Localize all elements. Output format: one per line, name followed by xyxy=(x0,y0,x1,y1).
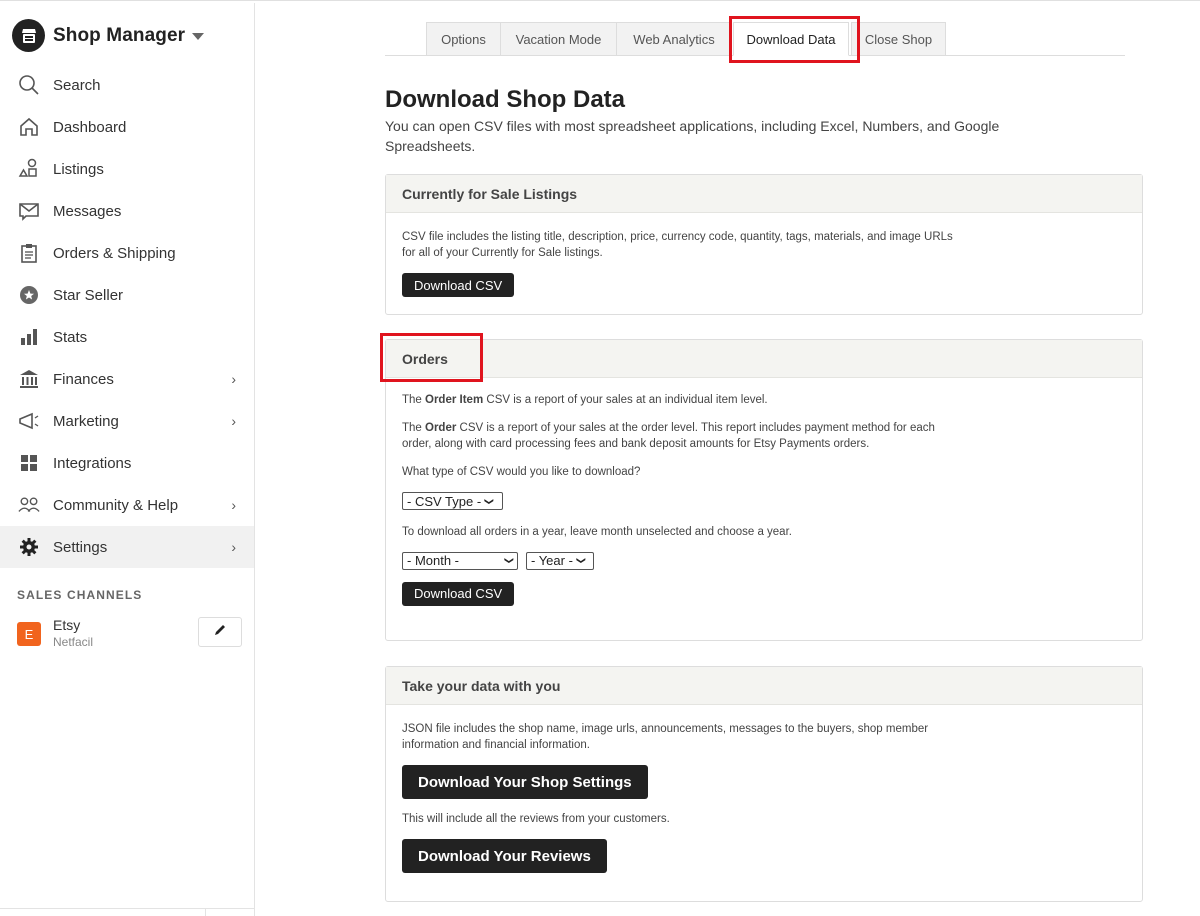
shop-storefront-icon xyxy=(12,19,45,52)
sidebar-item-label: Stats xyxy=(53,328,88,346)
sidebar-item-label: Search xyxy=(53,76,101,94)
channel-name: Etsy xyxy=(53,617,81,633)
page-subtitle: You can open CSV files with most spreads… xyxy=(385,118,1000,154)
envelope-icon xyxy=(18,200,40,222)
settings-tabs: Options Vacation Mode Web Analytics Down… xyxy=(385,22,1125,56)
sidebar: Shop Manager Search Dashboard Listings M… xyxy=(0,3,255,916)
sidebar-item-integrations[interactable]: Integrations xyxy=(0,442,254,484)
sidebar-item-label: Settings xyxy=(53,538,108,556)
sales-channels-heading: SALES CHANNELS xyxy=(17,588,143,602)
order-item-description: The Order Item CSV is a report of your s… xyxy=(402,394,768,406)
people-icon xyxy=(18,494,40,516)
sidebar-item-listings[interactable]: Listings xyxy=(0,148,254,190)
page-title: Download Shop Data xyxy=(385,86,625,113)
tab-options[interactable]: Options xyxy=(426,22,501,56)
sidebar-item-label: Dashboard xyxy=(53,118,127,136)
clipboard-icon xyxy=(18,242,40,264)
orders-panel: Orders The Order Item CSV is a report of… xyxy=(385,339,1143,641)
sidebar-item-star-seller[interactable]: Star Seller xyxy=(0,274,254,316)
edit-channel-button[interactable] xyxy=(198,617,242,647)
home-icon xyxy=(18,116,40,138)
sidebar-nav: Search Dashboard Listings Messages Order… xyxy=(0,64,254,568)
sidebar-footer-separator xyxy=(205,908,206,916)
panel-title: Currently for Sale Listings xyxy=(386,175,1142,213)
sidebar-item-dashboard[interactable]: Dashboard xyxy=(0,106,254,148)
panel-title: Orders xyxy=(386,340,1142,378)
tab-web-analytics[interactable]: Web Analytics xyxy=(616,22,732,56)
megaphone-icon xyxy=(18,410,40,432)
chevron-right-icon: › xyxy=(231,539,236,555)
pencil-icon xyxy=(213,623,227,642)
sidebar-item-finances[interactable]: Finances › xyxy=(0,358,254,400)
sidebar-item-label: Community & Help xyxy=(53,496,179,514)
sales-channel-etsy[interactable]: E Etsy Netfacil xyxy=(17,617,93,650)
sidebar-item-stats[interactable]: Stats xyxy=(0,316,254,358)
sidebar-item-label: Orders & Shipping xyxy=(53,244,176,262)
shapes-icon xyxy=(18,158,40,180)
bar-chart-icon xyxy=(18,326,40,348)
listings-description: CSV file includes the listing title, des… xyxy=(402,231,953,259)
tab-download-data[interactable]: Download Data xyxy=(733,22,849,56)
chevron-right-icon: › xyxy=(231,413,236,429)
sidebar-item-label: Finances xyxy=(53,370,114,388)
caret-down-icon xyxy=(192,33,205,40)
chevron-down-icon: ❯ xyxy=(576,556,587,565)
year-select[interactable]: - Year - ❯ xyxy=(526,551,594,570)
tab-close-shop[interactable]: Close Shop xyxy=(851,22,946,56)
listings-panel: Currently for Sale Listings CSV file inc… xyxy=(385,174,1143,315)
year-hint: To download all orders in a year, leave … xyxy=(402,525,792,538)
sidebar-item-marketing[interactable]: Marketing › xyxy=(0,400,254,442)
csv-type-question: What type of CSV would you like to downl… xyxy=(402,466,641,478)
sidebar-item-community-help[interactable]: Community & Help › xyxy=(0,484,254,526)
panel-title: Take your data with you xyxy=(386,667,1142,705)
sidebar-item-messages[interactable]: Messages xyxy=(0,190,254,232)
takeout-description: JSON file includes the shop name, image … xyxy=(402,723,929,751)
chevron-down-icon: ❯ xyxy=(504,556,515,565)
csv-type-select[interactable]: - CSV Type - ❯ xyxy=(402,492,503,510)
download-orders-csv-button[interactable]: Download CSV xyxy=(402,581,515,606)
month-select[interactable]: - Month - ❯ xyxy=(402,551,518,570)
sidebar-item-settings[interactable]: Settings › xyxy=(0,526,254,568)
reviews-hint: This will include all the reviews from y… xyxy=(402,813,670,825)
order-description: The Order CSV is a report of your sales … xyxy=(402,422,935,450)
chevron-down-icon: ❯ xyxy=(484,497,495,505)
channel-shop-name: Netfacil xyxy=(53,635,94,649)
sidebar-item-label: Listings xyxy=(53,160,104,178)
etsy-badge-icon: E xyxy=(17,622,41,646)
download-reviews-button[interactable]: Download Your Reviews xyxy=(402,839,607,873)
shop-manager-menu[interactable]: Shop Manager xyxy=(12,19,205,52)
star-badge-icon xyxy=(18,284,40,306)
sidebar-item-orders-shipping[interactable]: Orders & Shipping xyxy=(0,232,254,274)
sidebar-footer-divider xyxy=(0,908,254,916)
shop-manager-title: Shop Manager xyxy=(53,24,186,46)
bank-icon xyxy=(18,368,40,390)
download-listings-csv-button[interactable]: Download CSV xyxy=(402,273,515,297)
search-icon xyxy=(18,74,40,96)
sidebar-item-label: Messages xyxy=(53,202,122,220)
grid-icon xyxy=(18,452,40,474)
sidebar-item-label: Integrations xyxy=(53,454,132,472)
gear-icon xyxy=(18,536,40,558)
sidebar-item-search[interactable]: Search xyxy=(0,64,254,106)
chevron-right-icon: › xyxy=(231,497,236,513)
tab-vacation-mode[interactable]: Vacation Mode xyxy=(500,22,617,56)
chevron-right-icon: › xyxy=(231,371,236,387)
sidebar-item-label: Marketing xyxy=(53,412,119,430)
download-shop-settings-button[interactable]: Download Your Shop Settings xyxy=(402,765,648,799)
sidebar-item-label: Star Seller xyxy=(53,286,124,304)
takeout-panel: Take your data with you JSON file includ… xyxy=(385,666,1143,902)
